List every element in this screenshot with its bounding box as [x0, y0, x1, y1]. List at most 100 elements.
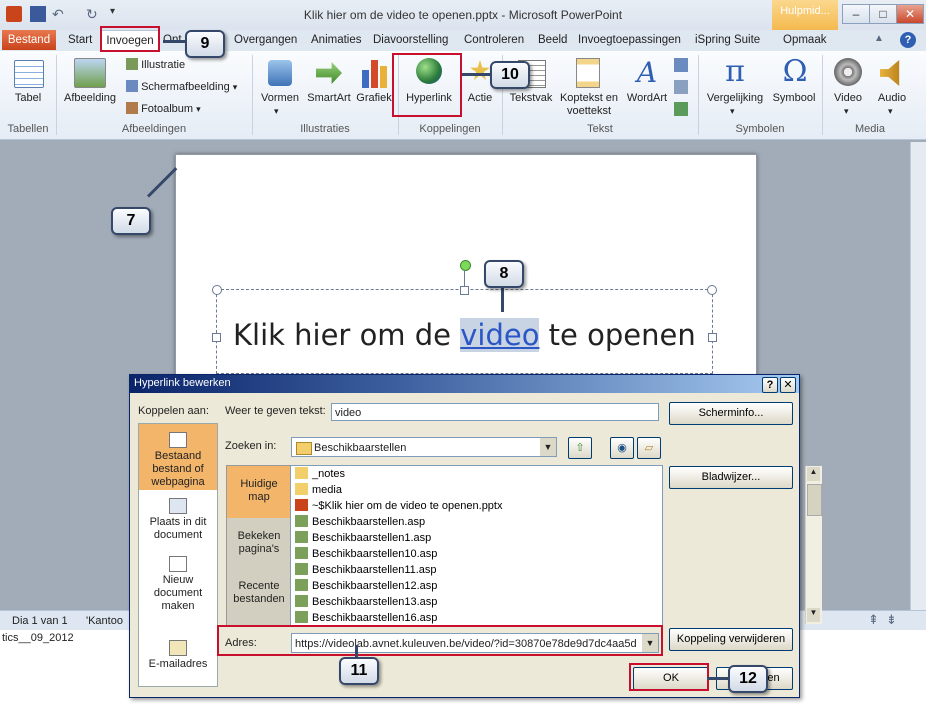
browse-web-button[interactable]: ◉	[610, 437, 634, 459]
minimize-button[interactable]: –	[842, 4, 870, 24]
photo-album-button[interactable]: Fotoalbum ▾	[126, 102, 201, 118]
object-icon[interactable]	[674, 102, 688, 116]
place-in-document-icon	[169, 498, 187, 514]
tab-start[interactable]: Start	[68, 30, 92, 50]
collapse-ribbon-icon[interactable]: ▲	[874, 33, 888, 47]
scroll-thumb[interactable]	[807, 484, 822, 516]
browse-file-button[interactable]: ▱	[637, 437, 661, 459]
screenshot-button[interactable]: Schermafbeelding ▾	[126, 80, 237, 96]
screentip-button[interactable]: Scherminfo...	[669, 402, 793, 425]
next-slide-icon[interactable]: ⇟	[886, 612, 897, 628]
resize-handle[interactable]	[212, 285, 222, 295]
list-item[interactable]: Beschikbaarstellen16.asp	[295, 610, 437, 626]
dialog-help-button[interactable]: ?	[762, 377, 778, 393]
link-to-existing-file[interactable]: Bestaand bestand of webpagina	[139, 424, 217, 490]
list-item[interactable]: Beschikbaarstellen13.asp	[295, 594, 437, 610]
slide-number-icon[interactable]	[674, 80, 688, 94]
bookmark-button[interactable]: Bladwijzer...	[669, 466, 793, 489]
close-button[interactable]: ✕	[896, 4, 924, 24]
resize-handle[interactable]	[212, 333, 221, 342]
group-illustraties: Illustraties	[300, 123, 350, 135]
scroll-up-icon[interactable]: ▲	[807, 467, 820, 481]
picture-icon	[74, 58, 106, 88]
chevron-down-icon: ▾	[730, 106, 735, 116]
list-item[interactable]: Beschikbaarstellen1.asp	[295, 530, 431, 546]
highlight-ok-button	[629, 663, 709, 691]
asp-file-icon	[295, 563, 308, 575]
scroll-down-icon[interactable]: ▼	[807, 608, 820, 622]
highlight-address-field	[217, 625, 663, 656]
dialog-close-button[interactable]: ✕	[780, 377, 796, 393]
asp-file-icon	[295, 579, 308, 591]
list-item[interactable]: media	[295, 482, 342, 498]
resize-handle[interactable]	[707, 285, 717, 295]
video-button[interactable]: Video ▾	[826, 56, 870, 120]
browsed-pages-tab[interactable]: Bekeken pagina's	[227, 522, 291, 566]
symbol-button[interactable]: Ω Symbool	[770, 54, 818, 116]
tab-controleren[interactable]: Controleren	[464, 30, 524, 50]
context-tab-header: Hulpmid...	[772, 0, 838, 30]
remove-link-button[interactable]: Koppeling verwijderen	[669, 628, 793, 651]
vertical-scrollbar[interactable]	[910, 142, 926, 610]
folder-up-icon: ⇧	[575, 442, 585, 454]
resize-handle[interactable]	[460, 286, 469, 295]
tab-animaties[interactable]: Animaties	[311, 30, 362, 50]
picture-button[interactable]: Afbeelding	[60, 56, 120, 116]
look-in-dropdown[interactable]: Beschikbaarstellen ▼	[291, 437, 557, 457]
list-item[interactable]: Beschikbaarstellen12.asp	[295, 578, 437, 594]
globe-search-icon: ◉	[617, 442, 627, 454]
help-icon[interactable]: ?	[900, 32, 916, 48]
tab-beeld[interactable]: Beeld	[538, 30, 567, 50]
chart-button[interactable]: Grafiek	[354, 56, 394, 116]
tab-opmaak[interactable]: Opmaak	[783, 30, 826, 50]
asp-file-icon	[295, 547, 308, 559]
audio-button[interactable]: Audio ▾	[872, 56, 912, 120]
current-folder-tab[interactable]: Huidige map	[227, 466, 291, 518]
tab-invoegtoepassingen[interactable]: Invoegtoepassingen	[578, 30, 681, 50]
rotation-handle[interactable]	[460, 260, 471, 271]
group-media: Media	[855, 123, 885, 135]
link-to-place-in-document[interactable]: Plaats in dit document	[139, 494, 217, 550]
link-to-panel: Bestaand bestand of webpagina Plaats in di…	[138, 423, 218, 687]
display-text-field[interactable]: video	[331, 403, 659, 421]
previous-slide-icon[interactable]: ⇞	[868, 612, 879, 628]
video-hyperlink[interactable]: video	[460, 318, 540, 352]
tab-diavoorstelling[interactable]: Diavoorstelling	[373, 30, 448, 50]
tab-file[interactable]: Bestand	[2, 30, 56, 50]
photo-album-icon	[126, 102, 138, 114]
list-item[interactable]: Beschikbaarstellen11.asp	[295, 562, 437, 578]
tab-overgangen[interactable]: Overgangen	[234, 30, 297, 50]
slide-text[interactable]: Klik hier om de video te openen	[233, 318, 696, 352]
up-one-folder-button[interactable]: ⇧	[568, 437, 592, 459]
clipart-button[interactable]: Illustratie	[126, 58, 185, 74]
display-text-label: Weer te geven tekst:	[225, 405, 326, 417]
link-to-label: Koppelen aan:	[138, 405, 209, 417]
tab-ispring-suite[interactable]: iSpring Suite	[695, 30, 760, 50]
resize-handle[interactable]	[708, 333, 717, 342]
date-time-icon[interactable]	[674, 58, 688, 72]
chart-icon	[362, 60, 388, 88]
header-footer-button[interactable]: Koptekst en voettekst	[556, 56, 622, 120]
recent-files-tab[interactable]: Recente bestanden	[227, 572, 291, 616]
file-list[interactable]: _notes media ~$Klik hier om de video te …	[290, 465, 822, 627]
chevron-down-icon[interactable]: ▼	[540, 438, 556, 456]
file-list-scrollbar[interactable]: ▲ ▼	[805, 466, 822, 624]
list-item[interactable]: ~$Klik hier om de video te openen.pptx	[295, 498, 503, 514]
shapes-button[interactable]: Vormen ▾	[256, 56, 304, 116]
film-reel-icon	[834, 58, 862, 86]
new-document-icon	[169, 556, 187, 572]
smartart-icon	[316, 62, 342, 84]
group-tekst: Tekst	[587, 123, 613, 135]
equation-button[interactable]: π Vergelijking ▾	[700, 54, 770, 120]
maximize-button[interactable]: □	[869, 4, 897, 24]
list-item[interactable]: Beschikbaarstellen.asp	[295, 514, 425, 530]
chevron-down-icon: ▾	[844, 106, 849, 116]
wordart-icon: A	[636, 56, 658, 89]
list-item[interactable]: _notes	[295, 466, 345, 482]
smartart-button[interactable]: SmartArt	[304, 56, 354, 116]
wordart-button[interactable]: A WordArt	[624, 56, 670, 116]
link-to-email-address[interactable]: E-mailadres	[139, 636, 217, 680]
list-item[interactable]: Beschikbaarstellen10.asp	[295, 546, 437, 562]
link-to-new-document[interactable]: Nieuw document maken	[139, 552, 217, 616]
table-button[interactable]: Tabel	[6, 56, 50, 116]
